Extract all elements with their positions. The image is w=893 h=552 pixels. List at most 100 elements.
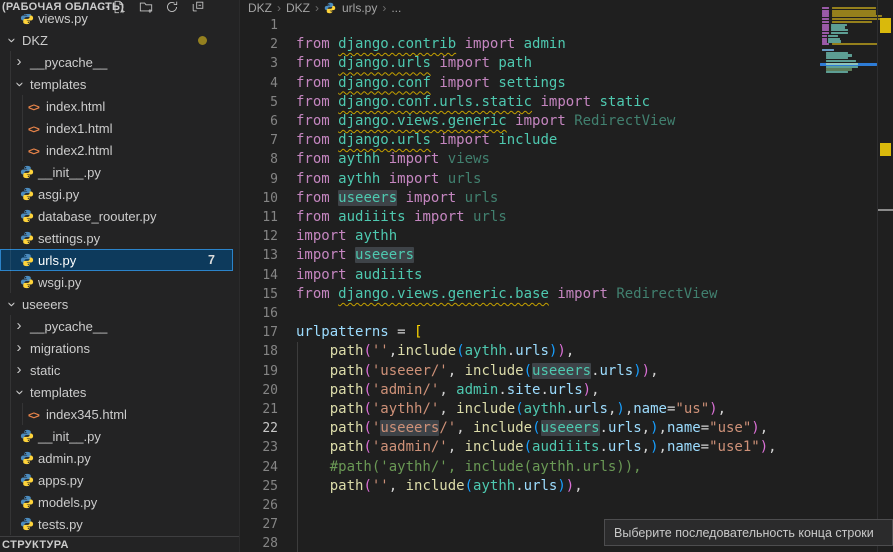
- tree-item-label: admin.py: [38, 451, 91, 466]
- line-number: 16: [240, 304, 278, 323]
- tree-item-label: templates: [30, 77, 86, 92]
- html-icon: <>: [28, 121, 43, 136]
- tree-item-useeers[interactable]: ›useeers: [0, 293, 233, 315]
- tree-item-label: index345.html: [46, 407, 127, 422]
- modified-dot: [198, 36, 207, 45]
- minimap-line: [832, 21, 872, 23]
- vscode-window: views.py›DKZ›__pycache__›templates<>inde…: [0, 0, 893, 552]
- minimap-line: [822, 35, 827, 37]
- tree-item-label: database_roouter.py: [38, 209, 157, 224]
- code-text: from aythh import urls: [296, 170, 481, 189]
- line-number: 3: [240, 54, 278, 73]
- line-number: 1: [240, 16, 278, 35]
- minimap-line: [832, 7, 876, 9]
- new-folder-icon[interactable]: [139, 0, 154, 14]
- tree-item-migrations[interactable]: ›migrations: [0, 337, 233, 359]
- refresh-explorer-icon[interactable]: [165, 0, 180, 14]
- code-text: path('aythh/', include(aythh.urls,),name…: [296, 400, 726, 419]
- minimap-line: [826, 71, 848, 73]
- html-icon: <>: [28, 99, 43, 114]
- line-number: 22: [240, 419, 278, 438]
- tree-item-static[interactable]: ›static: [0, 359, 233, 381]
- code-text: from django.conf.urls.static import stat…: [296, 93, 650, 112]
- minimap-line: [822, 7, 829, 9]
- line-number: 15: [240, 285, 278, 304]
- tree-item-templates[interactable]: ›templates: [0, 73, 233, 95]
- line-number: 2: [240, 35, 278, 54]
- breadcrumb-item-file[interactable]: urls.py: [342, 1, 377, 15]
- breadcrumb-item-folder[interactable]: DKZ: [286, 1, 310, 15]
- explorer-section-header: (РАБОЧАЯ ОБЛАСТЬ) ...: [0, 0, 239, 14]
- line-number: 26: [240, 496, 278, 515]
- tree-indent-guide: [22, 95, 23, 161]
- line-number: 27: [240, 515, 278, 534]
- tree-item-label: urls.py: [38, 253, 76, 268]
- indent-guide: [297, 342, 298, 552]
- breadcrumb-item-symbol[interactable]: ...: [391, 1, 401, 15]
- tree-item-index345-html[interactable]: <>index345.html: [0, 403, 233, 425]
- tree-item-settings-py[interactable]: settings.py: [0, 227, 233, 249]
- chevron-right-icon: ›: [382, 1, 386, 15]
- breadcrumb-item-folder[interactable]: DKZ: [248, 1, 272, 15]
- minimap-line: [828, 35, 838, 37]
- tree-item-index2-html[interactable]: <>index2.html: [0, 139, 233, 161]
- code-text: path('useeer/', include(useeers.urls)),: [296, 362, 659, 381]
- tree-item--pycache-[interactable]: ›__pycache__: [0, 315, 233, 337]
- tree-item-label: __init__.py: [38, 165, 101, 180]
- tree-item-label: index2.html: [46, 143, 112, 158]
- tree-item-DKZ[interactable]: ›DKZ: [0, 29, 233, 51]
- new-file-icon[interactable]: [112, 0, 127, 14]
- tree-item-apps-py[interactable]: apps.py: [0, 469, 233, 491]
- line-number: 25: [240, 477, 278, 496]
- problems-count-badge: 7: [208, 253, 215, 267]
- python-icon: [20, 517, 35, 532]
- file-tree: views.py›DKZ›__pycache__›templates<>inde…: [0, 0, 239, 536]
- code-text: from django.conf import settings: [296, 74, 566, 93]
- minimap-line: [822, 49, 834, 51]
- chevron-right-icon: ›: [12, 339, 26, 356]
- overview-ruler[interactable]: [878, 0, 893, 552]
- chevron-right-icon: ›: [315, 1, 319, 15]
- ruler-mark: [880, 18, 891, 33]
- tree-item-models-py[interactable]: models.py: [0, 491, 233, 513]
- tree-item--init-py[interactable]: __init__.py: [0, 425, 233, 447]
- tree-item--init-py[interactable]: __init__.py: [0, 161, 233, 183]
- minimap-line: [832, 18, 880, 20]
- minimap-line: [822, 18, 829, 20]
- tree-item-templates[interactable]: ›templates: [0, 381, 233, 403]
- tree-indent-guide: [22, 403, 23, 425]
- python-icon: [20, 495, 35, 510]
- code-editor[interactable]: 12from django.contrib import admin3from …: [240, 0, 820, 552]
- tree-item-index-html[interactable]: <>index.html: [0, 95, 233, 117]
- tree-item-label: __pycache__: [30, 319, 107, 334]
- line-number: 14: [240, 266, 278, 285]
- tree-item-wsgi-py[interactable]: wsgi.py: [0, 271, 233, 293]
- tree-item-tests-py[interactable]: tests.py: [0, 513, 233, 535]
- outline-section-header[interactable]: СТРУКТУРА: [0, 536, 239, 552]
- code-text: path('',include(aythh.urls)),: [296, 342, 574, 361]
- python-icon: [20, 253, 35, 268]
- chevron-down-icon: ›: [3, 297, 20, 311]
- tree-item-urls-py[interactable]: urls.py 7: [0, 249, 233, 271]
- code-text: from django.views.generic.base import Re…: [296, 285, 717, 304]
- minimap-line: [822, 32, 829, 34]
- more-actions-icon[interactable]: ...: [97, 0, 110, 11]
- python-icon: [20, 275, 35, 290]
- line-number: 8: [240, 150, 278, 169]
- tree-item-index1-html[interactable]: <>index1.html: [0, 117, 233, 139]
- tree-item--pycache-[interactable]: ›__pycache__: [0, 51, 233, 73]
- tree-item-admin-py[interactable]: admin.py: [0, 447, 233, 469]
- python-icon: [20, 429, 35, 444]
- collapse-folders-icon[interactable]: [191, 0, 206, 14]
- python-icon: [20, 451, 35, 466]
- line-number: 21: [240, 400, 278, 419]
- line-number: 13: [240, 246, 278, 265]
- html-icon: <>: [28, 143, 43, 158]
- tree-item-database-roouter-py[interactable]: database_roouter.py: [0, 205, 233, 227]
- code-text: from django.urls import path: [296, 54, 532, 73]
- line-number: 11: [240, 208, 278, 227]
- code-text: import audiiits: [296, 266, 422, 285]
- minimap[interactable]: [820, 4, 878, 96]
- code-text: import aythh: [296, 227, 397, 246]
- tree-item-asgi-py[interactable]: asgi.py: [0, 183, 233, 205]
